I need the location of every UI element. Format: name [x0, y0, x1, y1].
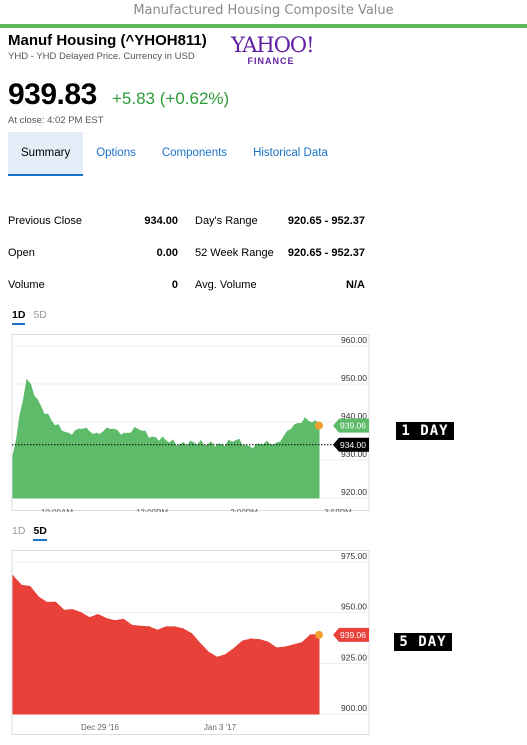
range-tab-5d[interactable]: 5D — [33, 525, 47, 541]
data-point — [137, 428, 139, 431]
data-point — [80, 611, 82, 614]
data-point — [12, 455, 14, 457]
data-point — [26, 379, 28, 381]
logo-sub: FINANCE — [247, 56, 295, 66]
stat-row: Volume 0 Avg. Volume N/A — [8, 274, 368, 306]
stat-row: Previous Close 934.00 Day's Range 920.65… — [8, 210, 368, 242]
data-point — [182, 628, 184, 630]
data-point — [114, 619, 116, 622]
current-price: 939.83 — [8, 78, 97, 111]
data-point — [109, 428, 112, 431]
y-tick-label: 900.00 — [341, 703, 367, 713]
one-day-label: 1 DAY — [396, 422, 454, 440]
yahoo-finance-logo[interactable]: YAHOO! FINANCE — [231, 33, 315, 66]
data-point — [12, 575, 14, 577]
stat-label: Previous Close — [8, 215, 82, 227]
stats-table: Previous Close 934.00 Day's Range 920.65… — [8, 210, 368, 306]
stat-row: Open 0.00 52 Week Range 920.65 - 952.37 — [8, 242, 368, 274]
x-tick-label: Jan 3 '17 — [204, 723, 237, 732]
data-point — [123, 432, 126, 435]
range-tab-1d[interactable]: 1D — [12, 309, 26, 325]
data-point — [193, 442, 195, 444]
x-tick-label: 3:59PM — [324, 508, 352, 512]
stat-label: Day's Range — [195, 215, 258, 227]
stat-label: Avg. Volume — [195, 279, 257, 291]
data-point — [248, 445, 251, 448]
tab-historical-data[interactable]: Historical Data — [240, 132, 341, 176]
quote-subtitle: YHD - YHD Delayed Price. Currency in USD — [8, 51, 195, 62]
range-tab-5d[interactable]: 5D — [33, 309, 46, 325]
y-tick-label: 920.00 — [341, 487, 367, 497]
y-tick-label: 975.00 — [341, 551, 367, 561]
data-point — [40, 406, 42, 408]
data-point — [148, 626, 150, 628]
data-point — [262, 444, 265, 446]
y-tick-label: 950.00 — [341, 602, 367, 612]
data-point — [234, 440, 237, 442]
data-point — [276, 442, 279, 444]
x-tick-label: 10:00AM — [41, 508, 73, 512]
y-tick-label: 960.00 — [341, 335, 367, 345]
last-price-label: 939.06 — [340, 630, 366, 640]
stat-value: 0 — [171, 279, 178, 291]
data-point — [95, 432, 98, 435]
data-point — [53, 425, 56, 427]
tab-components[interactable]: Components — [149, 132, 240, 176]
stat-value: 920.65 - 952.37 — [287, 247, 365, 259]
x-tick-label: 12:00PM — [136, 508, 168, 512]
price-area — [12, 574, 320, 715]
data-point — [81, 428, 84, 431]
stat-label: Open — [8, 247, 35, 259]
data-point — [284, 646, 286, 648]
stat-label: Volume — [8, 279, 45, 291]
data-point — [67, 432, 70, 435]
y-tick-label: 925.00 — [341, 652, 367, 662]
page-banner-title: Manufactured Housing Composite Value — [133, 3, 394, 18]
stat-value: 934.00 — [144, 215, 178, 227]
last-price-label: 939.06 — [340, 421, 366, 431]
range-tab-1d[interactable]: 1D — [12, 525, 25, 541]
five-day-label: 5 DAY — [394, 633, 452, 651]
logo-word: YAHOO! — [231, 33, 315, 57]
stat-label: 52 Week Range — [195, 247, 274, 259]
x-tick-label: Dec 29 '16 — [81, 723, 120, 732]
previous-close-label: 934.00 — [340, 440, 366, 450]
close-time: At close: 4:02 PM EST — [8, 115, 104, 126]
header-divider — [0, 24, 527, 28]
data-point — [46, 601, 48, 604]
quote-tabs: Summary Options Components Historical Da… — [8, 132, 341, 176]
data-point — [216, 656, 218, 659]
price-change: +5.83 (+0.62%) — [112, 89, 230, 108]
stat-value: 0.00 — [156, 247, 178, 259]
price-area — [12, 379, 320, 499]
last-price-marker — [315, 421, 323, 430]
tab-summary[interactable]: Summary — [8, 132, 84, 176]
chart-range-tabs-2: 1D 5D — [12, 525, 47, 541]
stat-value: 920.65 - 952.37 — [287, 215, 365, 227]
y-tick-label: 950.00 — [341, 373, 367, 383]
data-point — [151, 436, 153, 438]
quote-name: Manuf Housing (^YHOH811) — [8, 32, 207, 49]
last-price-marker — [315, 630, 323, 639]
tab-options[interactable]: Options — [83, 132, 149, 176]
chart-range-tabs-1: 1D 5D — [12, 309, 47, 325]
data-point — [165, 440, 167, 442]
data-point — [250, 638, 252, 640]
data-point — [304, 417, 306, 419]
stat-value: N/A — [346, 279, 365, 291]
x-tick-label: 2:00PM — [230, 508, 258, 512]
data-point — [290, 428, 292, 431]
